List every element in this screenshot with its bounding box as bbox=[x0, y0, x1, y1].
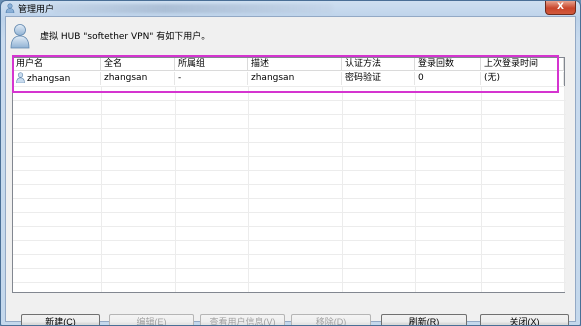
cell-fullname: zhangsan bbox=[101, 72, 175, 85]
remove-user-button[interactable]: 移除(D) bbox=[291, 314, 371, 325]
username-text: zhangsan bbox=[27, 74, 71, 84]
user-row-icon bbox=[16, 72, 25, 83]
view-user-info-button[interactable]: 查看用户信息(V) bbox=[200, 314, 285, 325]
dialog-client-area: 虚拟 HUB "softether VPN" 有如下用户。 用户名 全名 所属组… bbox=[5, 16, 576, 325]
column-header-auth-method[interactable]: 认证方法 bbox=[342, 58, 415, 71]
column-header-username[interactable]: 用户名 bbox=[13, 58, 101, 71]
cell-auth-method: 密码验证 bbox=[342, 72, 415, 85]
list-gridlines bbox=[13, 86, 566, 292]
header-message: 虚拟 HUB "softether VPN" 有如下用户。 bbox=[40, 32, 211, 42]
column-header-login-count[interactable]: 登录回数 bbox=[415, 58, 481, 71]
close-button[interactable]: 关闭(X) bbox=[480, 314, 569, 325]
user-icon bbox=[5, 3, 15, 13]
column-header-last-login[interactable]: 上次登录时间 bbox=[481, 58, 564, 71]
cell-group: - bbox=[175, 72, 248, 85]
users-list[interactable]: 用户名 全名 所属组 描述 认证方法 登录回数 上次登录时间 zhangsan … bbox=[12, 57, 566, 293]
new-user-button[interactable]: 新建(C) bbox=[21, 314, 100, 325]
cell-username: zhangsan bbox=[13, 72, 101, 85]
cell-login-count: 0 bbox=[415, 72, 481, 85]
window-title: 管理用户 bbox=[18, 5, 55, 15]
cell-description: zhangsan bbox=[248, 72, 342, 85]
edit-user-button[interactable]: 编辑(E) bbox=[109, 314, 194, 325]
column-header-group[interactable]: 所属组 bbox=[175, 58, 248, 71]
manage-users-window: 管理用户 X 虚拟 HUB "softether VPN" 有如下用户。 用户名… bbox=[0, 0, 581, 326]
column-header-description[interactable]: 描述 bbox=[248, 58, 342, 71]
column-header-fullname[interactable]: 全名 bbox=[101, 58, 175, 71]
list-header: 用户名 全名 所属组 描述 认证方法 登录回数 上次登录时间 bbox=[13, 58, 564, 71]
background-window-title-blur bbox=[53, 4, 333, 13]
table-row[interactable]: zhangsan zhangsan - zhangsan 密码验证 0 (无) bbox=[13, 72, 564, 85]
title-bar[interactable]: 管理用户 X bbox=[1, 1, 580, 15]
cell-last-login: (无) bbox=[481, 72, 564, 85]
user-large-icon bbox=[10, 24, 30, 49]
window-close-button[interactable]: X bbox=[545, 1, 576, 15]
refresh-button[interactable]: 刷新(R) bbox=[381, 314, 467, 325]
